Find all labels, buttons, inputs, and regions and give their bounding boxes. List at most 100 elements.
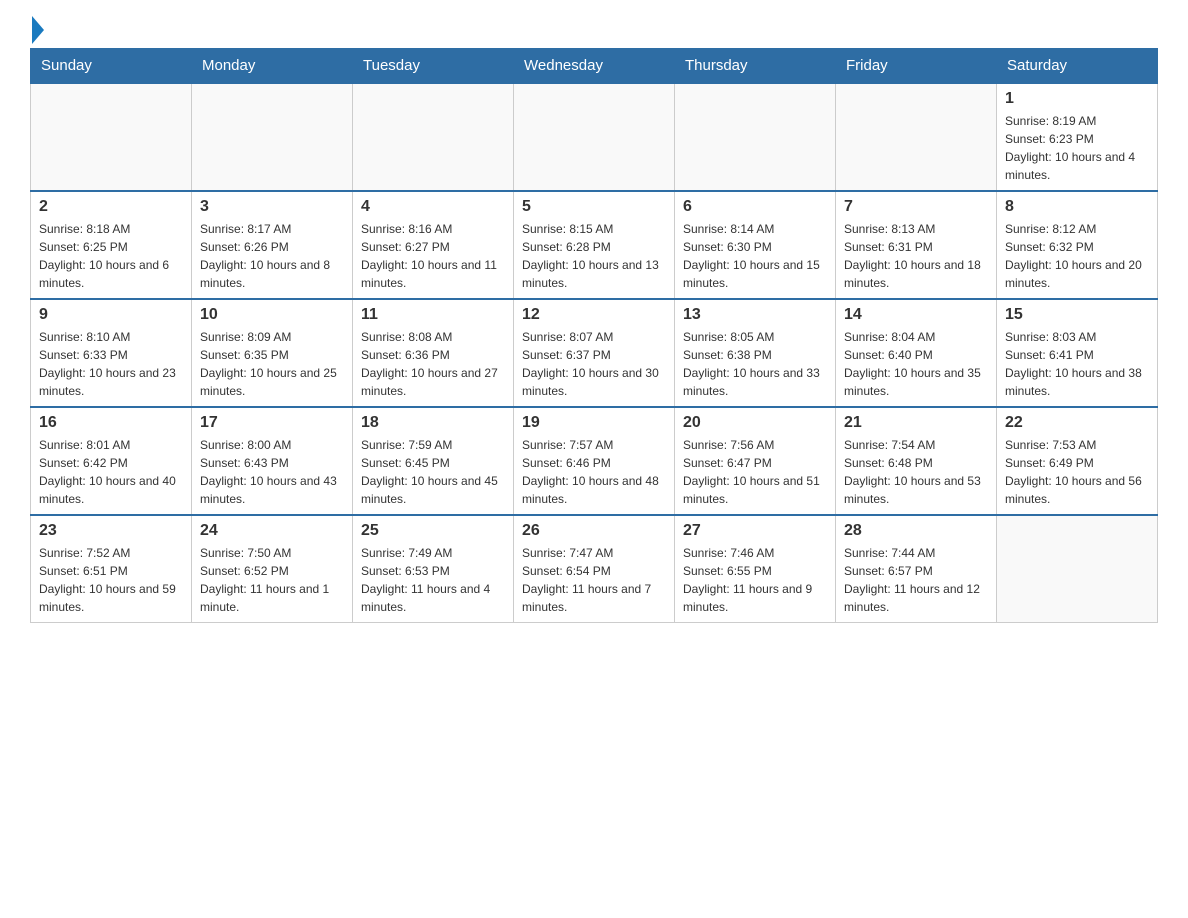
calendar-cell: 25 Sunrise: 7:49 AM Sunset: 6:53 PM Dayli… — [353, 515, 514, 623]
calendar-cell: 15 Sunrise: 8:03 AM Sunset: 6:41 PM Dayli… — [997, 299, 1158, 407]
day-number: 5 — [522, 198, 666, 216]
weekday-header-friday: Friday — [836, 49, 997, 84]
calendar-cell: 12 Sunrise: 8:07 AM Sunset: 6:37 PM Dayli… — [514, 299, 675, 407]
calendar-table: SundayMondayTuesdayWednesdayThursdayFrid… — [30, 48, 1158, 623]
day-number: 23 — [39, 522, 183, 540]
day-number: 14 — [844, 306, 988, 324]
calendar-cell — [675, 83, 836, 191]
day-number: 24 — [200, 522, 344, 540]
weekday-header-sunday: Sunday — [31, 49, 192, 84]
page-header — [30, 20, 1158, 38]
day-info: Sunrise: 8:15 AM Sunset: 6:28 PM Dayligh… — [522, 220, 666, 292]
day-number: 13 — [683, 306, 827, 324]
day-info: Sunrise: 7:57 AM Sunset: 6:46 PM Dayligh… — [522, 436, 666, 508]
day-number: 20 — [683, 414, 827, 432]
calendar-cell — [353, 83, 514, 191]
day-info: Sunrise: 8:07 AM Sunset: 6:37 PM Dayligh… — [522, 328, 666, 400]
calendar-cell: 21 Sunrise: 7:54 AM Sunset: 6:48 PM Dayli… — [836, 407, 997, 515]
calendar-week-row: 9 Sunrise: 8:10 AM Sunset: 6:33 PM Daylig… — [31, 299, 1158, 407]
day-info: Sunrise: 8:14 AM Sunset: 6:30 PM Dayligh… — [683, 220, 827, 292]
day-info: Sunrise: 8:17 AM Sunset: 6:26 PM Dayligh… — [200, 220, 344, 292]
calendar-cell: 6 Sunrise: 8:14 AM Sunset: 6:30 PM Daylig… — [675, 191, 836, 299]
calendar-cell: 24 Sunrise: 7:50 AM Sunset: 6:52 PM Dayli… — [192, 515, 353, 623]
day-info: Sunrise: 8:01 AM Sunset: 6:42 PM Dayligh… — [39, 436, 183, 508]
calendar-cell: 22 Sunrise: 7:53 AM Sunset: 6:49 PM Dayli… — [997, 407, 1158, 515]
day-number: 9 — [39, 306, 183, 324]
day-info: Sunrise: 8:13 AM Sunset: 6:31 PM Dayligh… — [844, 220, 988, 292]
calendar-cell: 3 Sunrise: 8:17 AM Sunset: 6:26 PM Daylig… — [192, 191, 353, 299]
day-info: Sunrise: 7:56 AM Sunset: 6:47 PM Dayligh… — [683, 436, 827, 508]
day-info: Sunrise: 8:09 AM Sunset: 6:35 PM Dayligh… — [200, 328, 344, 400]
day-number: 25 — [361, 522, 505, 540]
day-number: 26 — [522, 522, 666, 540]
calendar-cell: 2Sunrise: 8:18 AM Sunset: 6:25 PM Daylig… — [31, 191, 192, 299]
day-info: Sunrise: 8:00 AM Sunset: 6:43 PM Dayligh… — [200, 436, 344, 508]
logo-arrow-icon — [32, 16, 44, 44]
day-info: Sunrise: 8:16 AM Sunset: 6:27 PM Dayligh… — [361, 220, 505, 292]
day-number: 2 — [39, 198, 183, 216]
day-info: Sunrise: 8:05 AM Sunset: 6:38 PM Dayligh… — [683, 328, 827, 400]
calendar-cell: 19 Sunrise: 7:57 AM Sunset: 6:46 PM Dayli… — [514, 407, 675, 515]
day-info: Sunrise: 7:52 AM Sunset: 6:51 PM Dayligh… — [39, 544, 183, 616]
logo — [30, 20, 44, 38]
day-number: 22 — [1005, 414, 1149, 432]
calendar-cell: 9 Sunrise: 8:10 AM Sunset: 6:33 PM Daylig… — [31, 299, 192, 407]
day-info: Sunrise: 7:50 AM Sunset: 6:52 PM Dayligh… — [200, 544, 344, 616]
calendar-cell: 4 Sunrise: 8:16 AM Sunset: 6:27 PM Daylig… — [353, 191, 514, 299]
weekday-header-tuesday: Tuesday — [353, 49, 514, 84]
weekday-header-thursday: Thursday — [675, 49, 836, 84]
calendar-cell: 28 Sunrise: 7:44 AM Sunset: 6:57 PM Dayli… — [836, 515, 997, 623]
day-info: Sunrise: 7:49 AM Sunset: 6:53 PM Dayligh… — [361, 544, 505, 616]
calendar-cell: 16 Sunrise: 8:01 AM Sunset: 6:42 PM Dayli… — [31, 407, 192, 515]
day-info: Sunrise: 7:47 AM Sunset: 6:54 PM Dayligh… — [522, 544, 666, 616]
day-number: 18 — [361, 414, 505, 432]
day-number: 16 — [39, 414, 183, 432]
weekday-header-saturday: Saturday — [997, 49, 1158, 84]
day-info: Sunrise: 8:19 AM Sunset: 6:23 PM Dayligh… — [1005, 112, 1149, 184]
calendar-cell: 8Sunrise: 8:12 AM Sunset: 6:32 PM Daylig… — [997, 191, 1158, 299]
calendar-header-row: SundayMondayTuesdayWednesdayThursdayFrid… — [31, 49, 1158, 84]
day-number: 6 — [683, 198, 827, 216]
calendar-week-row: 16 Sunrise: 8:01 AM Sunset: 6:42 PM Dayli… — [31, 407, 1158, 515]
day-number: 7 — [844, 198, 988, 216]
day-info: Sunrise: 7:54 AM Sunset: 6:48 PM Dayligh… — [844, 436, 988, 508]
calendar-week-row: 1 Sunrise: 8:19 AM Sunset: 6:23 PM Daylig… — [31, 83, 1158, 191]
day-info: Sunrise: 7:53 AM Sunset: 6:49 PM Dayligh… — [1005, 436, 1149, 508]
weekday-header-monday: Monday — [192, 49, 353, 84]
day-number: 1 — [1005, 90, 1149, 108]
calendar-cell: 18 Sunrise: 7:59 AM Sunset: 6:45 PM Dayli… — [353, 407, 514, 515]
calendar-week-row: 23 Sunrise: 7:52 AM Sunset: 6:51 PM Dayli… — [31, 515, 1158, 623]
weekday-header-wednesday: Wednesday — [514, 49, 675, 84]
calendar-cell: 14Sunrise: 8:04 AM Sunset: 6:40 PM Dayli… — [836, 299, 997, 407]
day-number: 19 — [522, 414, 666, 432]
day-number: 8 — [1005, 198, 1149, 216]
day-number: 4 — [361, 198, 505, 216]
calendar-cell: 10 Sunrise: 8:09 AM Sunset: 6:35 PM Dayli… — [192, 299, 353, 407]
day-info: Sunrise: 7:44 AM Sunset: 6:57 PM Dayligh… — [844, 544, 988, 616]
calendar-cell: 7 Sunrise: 8:13 AM Sunset: 6:31 PM Daylig… — [836, 191, 997, 299]
day-info: Sunrise: 7:59 AM Sunset: 6:45 PM Dayligh… — [361, 436, 505, 508]
day-number: 17 — [200, 414, 344, 432]
calendar-cell: 20 Sunrise: 7:56 AM Sunset: 6:47 PM Dayli… — [675, 407, 836, 515]
day-number: 10 — [200, 306, 344, 324]
calendar-cell — [192, 83, 353, 191]
day-number: 21 — [844, 414, 988, 432]
day-number: 27 — [683, 522, 827, 540]
calendar-cell: 23 Sunrise: 7:52 AM Sunset: 6:51 PM Dayli… — [31, 515, 192, 623]
day-number: 15 — [1005, 306, 1149, 324]
calendar-cell: 26 Sunrise: 7:47 AM Sunset: 6:54 PM Dayli… — [514, 515, 675, 623]
day-info: Sunrise: 8:08 AM Sunset: 6:36 PM Dayligh… — [361, 328, 505, 400]
calendar-cell — [514, 83, 675, 191]
calendar-cell — [31, 83, 192, 191]
day-info: Sunrise: 8:10 AM Sunset: 6:33 PM Dayligh… — [39, 328, 183, 400]
calendar-cell: 5 Sunrise: 8:15 AM Sunset: 6:28 PM Daylig… — [514, 191, 675, 299]
calendar-cell — [836, 83, 997, 191]
day-number: 12 — [522, 306, 666, 324]
day-number: 3 — [200, 198, 344, 216]
day-number: 28 — [844, 522, 988, 540]
calendar-cell — [997, 515, 1158, 623]
calendar-cell: 17 Sunrise: 8:00 AM Sunset: 6:43 PM Dayli… — [192, 407, 353, 515]
calendar-week-row: 2Sunrise: 8:18 AM Sunset: 6:25 PM Daylig… — [31, 191, 1158, 299]
calendar-cell: 11Sunrise: 8:08 AM Sunset: 6:36 PM Dayli… — [353, 299, 514, 407]
day-info: Sunrise: 8:03 AM Sunset: 6:41 PM Dayligh… — [1005, 328, 1149, 400]
